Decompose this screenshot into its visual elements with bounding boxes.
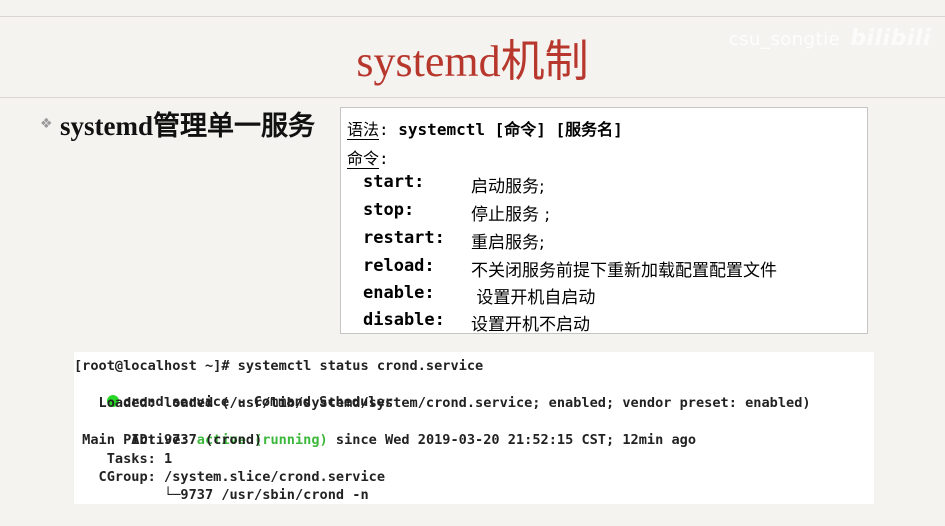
terminal-main-pid: Main PID: 9737 (crond) — [74, 432, 263, 448]
command-desc: 重启服务; — [471, 233, 545, 253]
syntax-command: systemctl [命令] [服务名] — [398, 120, 623, 139]
command-name: enable: — [363, 283, 435, 303]
terminal-output: [root@localhost ~]# systemctl status cro… — [74, 352, 874, 504]
terminal-cgroup-child: └─9737 /usr/sbin/crond -n — [74, 487, 369, 503]
slide-title: systemd机制 — [356, 37, 589, 86]
command-row: stop: 停止服务 ; — [363, 200, 550, 225]
command-name: start: — [363, 172, 425, 192]
diamond-bullet-icon: ❖ — [40, 115, 53, 132]
terminal-tasks: Tasks: 1 — [74, 451, 173, 467]
commands-colon: : — [379, 149, 389, 168]
commands-heading: 命令: — [347, 145, 389, 169]
command-row: restart: 重启服务; — [363, 228, 545, 253]
command-name: restart: — [363, 228, 445, 248]
command-row: reload: 不关闭服务前提下重新加载配置配置文件 — [363, 256, 777, 281]
command-name: stop: — [363, 200, 415, 220]
terminal-prompt: [root@localhost ~]# systemctl status cro… — [74, 358, 484, 374]
command-desc: 停止服务 ; — [471, 205, 551, 225]
top-rule — [0, 16, 945, 17]
command-row: enable: 设置开机自启动 — [363, 283, 595, 308]
command-desc: 设置开机自启动 — [471, 288, 596, 308]
active-suffix: since Wed 2019-03-20 21:52:15 CST; 12min… — [327, 432, 697, 448]
command-desc: 启动服务; — [471, 177, 545, 197]
syntax-line: 语法: systemctl [命令] [服务名] — [347, 116, 623, 140]
command-row: start: 启动服务; — [363, 172, 545, 197]
commands-label: 命令 — [347, 149, 380, 169]
command-desc: 不关闭服务前提下重新加载配置配置文件 — [471, 261, 777, 281]
syntax-colon: : — [379, 120, 399, 139]
terminal-loaded: Loaded: loaded (/usr/lib/systemd/system/… — [74, 395, 811, 411]
syntax-box: 语法: systemctl [命令] [服务名] 命令: start: 启动服务… — [340, 107, 868, 335]
command-desc: 设置开机不启动 — [471, 315, 590, 335]
title-rule — [0, 97, 945, 98]
syntax-label: 语法 — [347, 120, 380, 140]
command-name: disable: — [363, 310, 445, 330]
terminal-cgroup: CGroup: /system.slice/crond.service — [74, 469, 385, 485]
command-row: disable: 设置开机不启动 — [363, 310, 590, 335]
bullet-item: ❖ systemd管理单一服务 — [40, 104, 315, 143]
bullet-text: systemd管理单一服务 — [60, 111, 315, 141]
command-name: reload: — [363, 256, 435, 276]
